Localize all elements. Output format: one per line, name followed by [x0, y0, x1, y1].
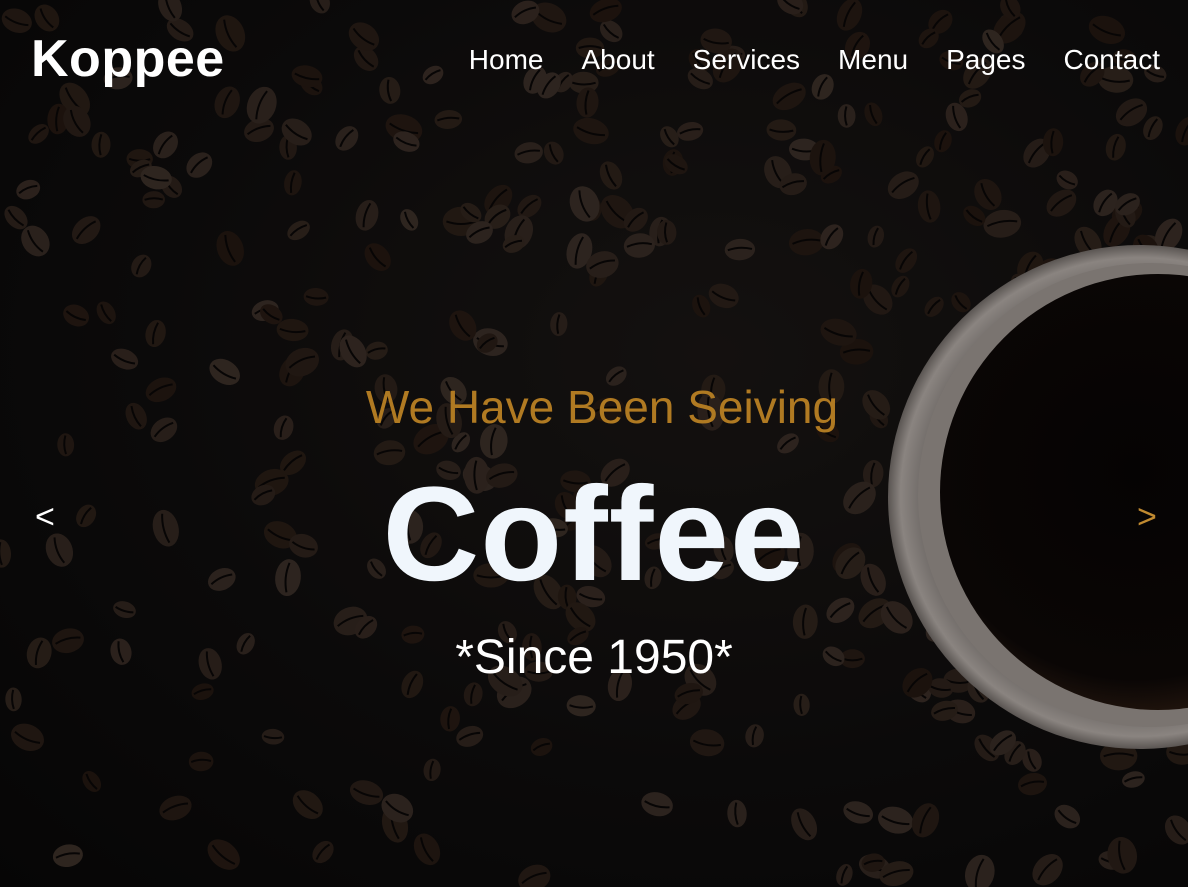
nav-link-home[interactable]: Home — [469, 46, 544, 74]
hero-headline: Coffee — [382, 460, 806, 609]
navbar: Koppee Home About Services Menu Pages Co… — [0, 0, 1188, 126]
nav-links: Home About Services Menu Pages Contact — [469, 46, 1160, 74]
hero-caption: We Have Been Seiving Coffee *Since 1950* — [0, 0, 1188, 887]
nav-link-contact[interactable]: Contact — [1064, 46, 1161, 74]
hero-subtitle: We Have Been Seiving — [365, 381, 839, 433]
nav-link-menu[interactable]: Menu — [838, 46, 908, 74]
hero-carousel: Koppee Home About Services Menu Pages Co… — [0, 0, 1188, 887]
nav-link-services[interactable]: Services — [693, 46, 800, 74]
carousel-next-button[interactable]: > — [1137, 500, 1157, 534]
nav-link-pages[interactable]: Pages — [946, 46, 1025, 74]
hero-since-text: *Since 1950* — [455, 631, 733, 684]
nav-link-about[interactable]: About — [582, 46, 655, 74]
brand-logo[interactable]: Koppee — [31, 33, 225, 85]
carousel-prev-button[interactable]: < — [35, 500, 55, 534]
